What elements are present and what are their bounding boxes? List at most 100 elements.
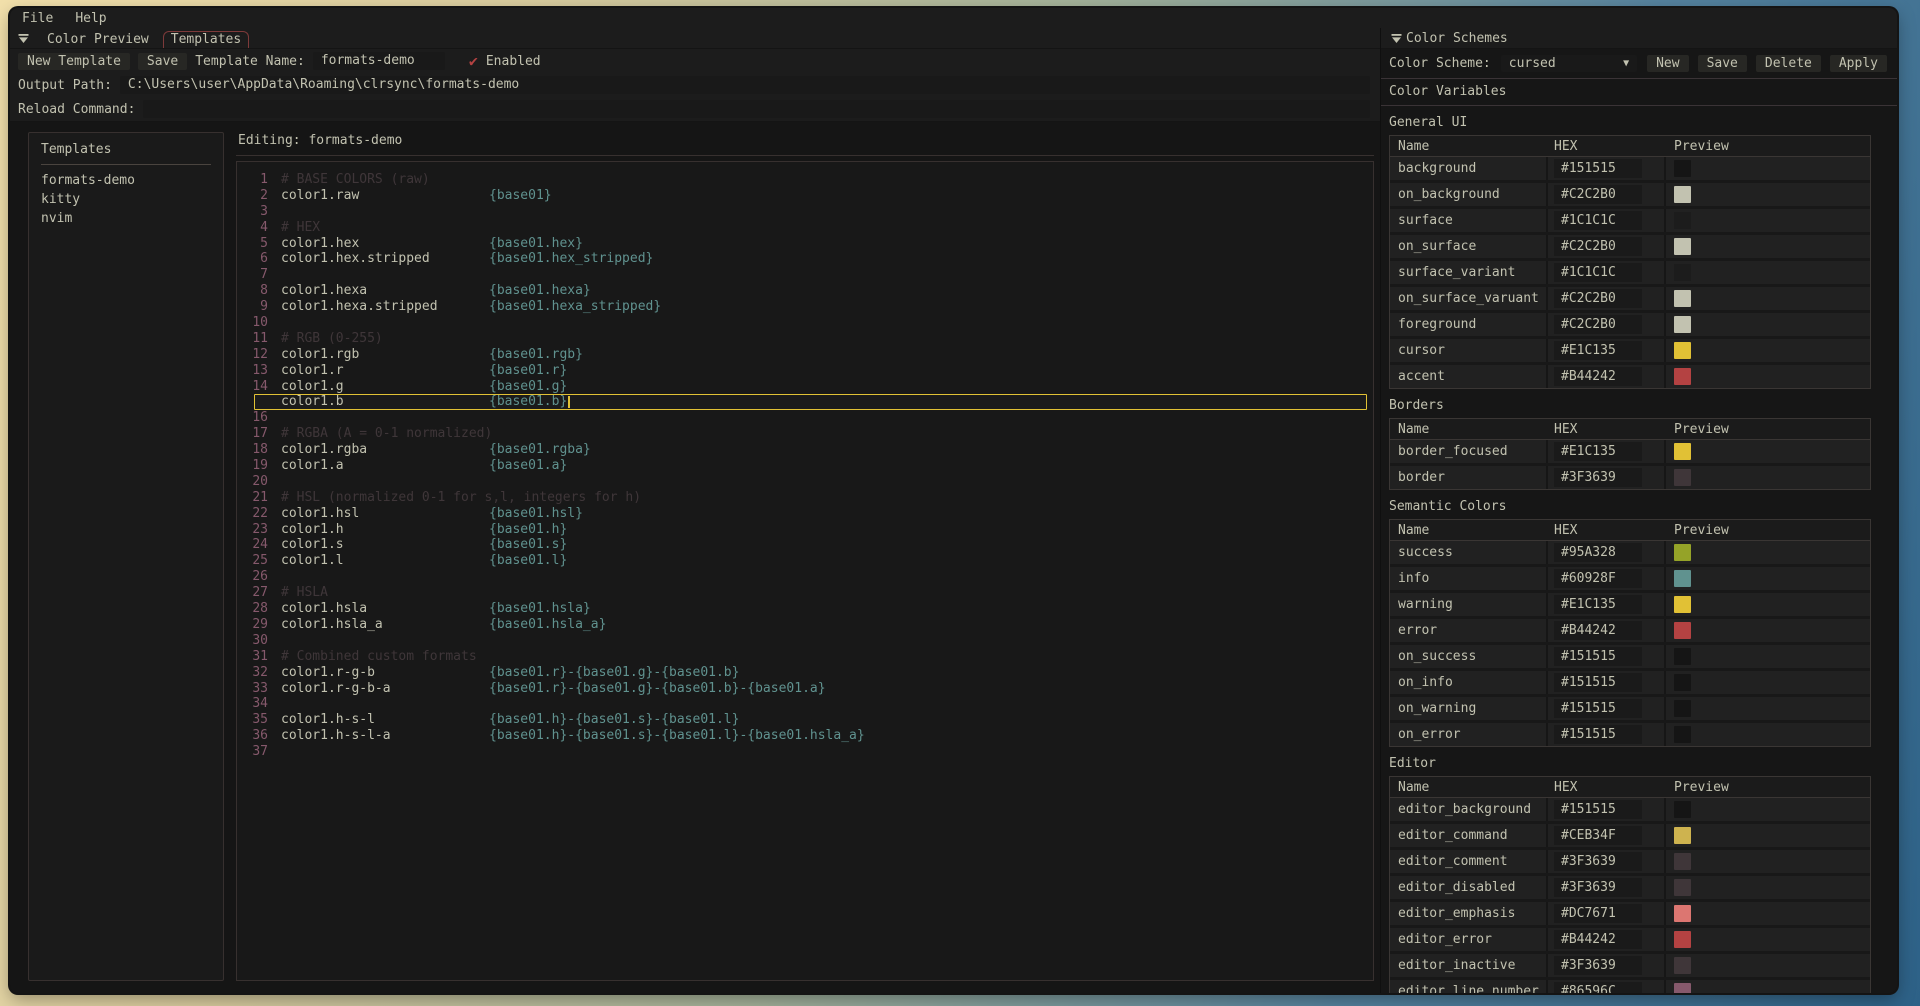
collapse-schemes-icon[interactable]: [1391, 33, 1402, 44]
code-line-24[interactable]: 24color1.s{base01.s}: [246, 537, 1369, 553]
code-line-18[interactable]: 18color1.rgba{base01.rgba}: [246, 442, 1369, 458]
color-swatch[interactable]: [1674, 212, 1691, 229]
color-swatch[interactable]: [1674, 801, 1691, 818]
tab-templates[interactable]: Templates: [163, 31, 249, 48]
template-item-nvim[interactable]: nvim: [41, 210, 211, 229]
code-line-6[interactable]: 6color1.hex.stripped{base01.hex_stripped…: [246, 251, 1369, 267]
code-line-2[interactable]: 2color1.raw{base01}: [246, 188, 1369, 204]
color-swatch[interactable]: [1674, 186, 1691, 203]
hex-value-input[interactable]: #E1C135: [1554, 442, 1642, 461]
color-swatch[interactable]: [1674, 368, 1691, 385]
color-swatch[interactable]: [1674, 622, 1691, 639]
color-swatch[interactable]: [1674, 879, 1691, 896]
color-swatch[interactable]: [1674, 238, 1691, 255]
hex-value-input[interactable]: #C2C2B0: [1554, 315, 1642, 334]
hex-value-input[interactable]: #C2C2B0: [1554, 289, 1642, 308]
scheme-apply-button[interactable]: Apply: [1830, 55, 1887, 72]
hex-value-input[interactable]: #60928F: [1554, 569, 1642, 588]
save-template-button[interactable]: Save: [138, 53, 187, 70]
menu-item-file[interactable]: File: [22, 11, 53, 26]
code-line-21[interactable]: 21# HSL (normalized 0-1 for s,l, integer…: [246, 490, 1369, 506]
color-swatch[interactable]: [1674, 700, 1691, 717]
code-line-17[interactable]: 17# RGBA (A = 0-1 normalized): [246, 426, 1369, 442]
color-swatch[interactable]: [1674, 648, 1691, 665]
color-swatch[interactable]: [1674, 443, 1691, 460]
template-item-formats-demo[interactable]: formats-demo: [41, 172, 211, 191]
hex-value-input[interactable]: #3F3639: [1554, 956, 1642, 975]
code-line-25[interactable]: 25color1.l{base01.l}: [246, 553, 1369, 569]
color-swatch[interactable]: [1674, 931, 1691, 948]
hex-value-input[interactable]: #3F3639: [1554, 468, 1642, 487]
enabled-checkbox[interactable]: ✔: [469, 54, 478, 68]
color-swatch[interactable]: [1674, 160, 1691, 177]
reload-command-input[interactable]: [143, 100, 1370, 118]
hex-value-input[interactable]: #86596C: [1554, 982, 1642, 993]
hex-value-input[interactable]: #C2C2B0: [1554, 237, 1642, 256]
code-line-1[interactable]: 1# BASE COLORS (raw): [246, 172, 1369, 188]
code-line-28[interactable]: 28color1.hsla{base01.hsla}: [246, 601, 1369, 617]
color-swatch[interactable]: [1674, 957, 1691, 974]
color-swatch[interactable]: [1674, 316, 1691, 333]
tab-color-preview[interactable]: Color Preview: [39, 31, 157, 48]
code-line-9[interactable]: 9color1.hexa.stripped{base01.hexa_stripp…: [246, 299, 1369, 315]
hex-value-input[interactable]: #1C1C1C: [1554, 211, 1642, 230]
code-line-10[interactable]: 10: [246, 315, 1369, 331]
color-swatch[interactable]: [1674, 290, 1691, 307]
hex-value-input[interactable]: #C2C2B0: [1554, 185, 1642, 204]
color-swatch[interactable]: [1674, 827, 1691, 844]
code-line-22[interactable]: 22color1.hsl{base01.hsl}: [246, 506, 1369, 522]
code-line-32[interactable]: 32color1.r-g-b{base01.r}-{base01.g}-{bas…: [246, 665, 1369, 681]
code-line-33[interactable]: 33color1.r-g-b-a{base01.r}-{base01.g}-{b…: [246, 681, 1369, 697]
code-line-36[interactable]: 36color1.h-s-l-a{base01.h}-{base01.s}-{b…: [246, 728, 1369, 744]
code-line-11[interactable]: 11# RGB (0-255): [246, 331, 1369, 347]
color-swatch[interactable]: [1674, 853, 1691, 870]
color-swatch[interactable]: [1674, 983, 1691, 993]
hex-value-input[interactable]: #E1C135: [1554, 341, 1642, 360]
code-line-13[interactable]: 13color1.r{base01.r}: [246, 363, 1369, 379]
code-line-19[interactable]: 19color1.a{base01.a}: [246, 458, 1369, 474]
hex-value-input[interactable]: #B44242: [1554, 367, 1642, 386]
code-line-35[interactable]: 35color1.h-s-l{base01.h}-{base01.s}-{bas…: [246, 712, 1369, 728]
hex-value-input[interactable]: #151515: [1554, 647, 1642, 666]
code-line-27[interactable]: 27# HSLA: [246, 585, 1369, 601]
code-line-31[interactable]: 31# Combined custom formats: [246, 649, 1369, 665]
code-line-12[interactable]: 12color1.rgb{base01.rgb}: [246, 347, 1369, 363]
color-swatch[interactable]: [1674, 674, 1691, 691]
scheme-save-button[interactable]: Save: [1698, 55, 1747, 72]
hex-value-input[interactable]: #B44242: [1554, 621, 1642, 640]
code-line-5[interactable]: 5color1.hex{base01.hex}: [246, 236, 1369, 252]
color-swatch[interactable]: [1674, 726, 1691, 743]
template-item-kitty[interactable]: kitty: [41, 191, 211, 210]
code-line-37[interactable]: 37: [246, 744, 1369, 760]
template-name-input[interactable]: formats-demo: [313, 52, 445, 70]
color-swatch[interactable]: [1674, 469, 1691, 486]
hex-value-input[interactable]: #151515: [1554, 673, 1642, 692]
hex-value-input[interactable]: #95A328: [1554, 543, 1642, 562]
hex-value-input[interactable]: #CEB34F: [1554, 826, 1642, 845]
color-swatch[interactable]: [1674, 596, 1691, 613]
output-path-input[interactable]: C:\Users\user\AppData\Roaming\clrsync\fo…: [120, 76, 1370, 94]
code-line-26[interactable]: 26: [246, 569, 1369, 585]
code-line-15[interactable]: color1.b{base01.b}: [254, 394, 1367, 410]
color-swatch[interactable]: [1674, 905, 1691, 922]
code-line-4[interactable]: 4# HEX: [246, 220, 1369, 236]
hex-value-input[interactable]: #151515: [1554, 725, 1642, 744]
code-line-7[interactable]: 7: [246, 267, 1369, 283]
hex-value-input[interactable]: #B44242: [1554, 930, 1642, 949]
color-swatch[interactable]: [1674, 264, 1691, 281]
code-line-8[interactable]: 8color1.hexa{base01.hexa}: [246, 283, 1369, 299]
hex-value-input[interactable]: #151515: [1554, 699, 1642, 718]
menu-item-help[interactable]: Help: [75, 11, 106, 26]
hex-value-input[interactable]: #E1C135: [1554, 595, 1642, 614]
color-swatch[interactable]: [1674, 544, 1691, 561]
code-line-34[interactable]: 34: [246, 696, 1369, 712]
scheme-delete-button[interactable]: Delete: [1756, 55, 1821, 72]
hex-value-input[interactable]: #3F3639: [1554, 852, 1642, 871]
code-editor[interactable]: 1# BASE COLORS (raw)2color1.raw{base01} 3…: [236, 161, 1374, 981]
code-line-20[interactable]: 20: [246, 474, 1369, 490]
hex-value-input[interactable]: #DC7671: [1554, 904, 1642, 923]
hex-value-input[interactable]: #151515: [1554, 800, 1642, 819]
scheme-dropdown[interactable]: cursed ▼: [1501, 55, 1637, 72]
code-line-30[interactable]: 30: [246, 633, 1369, 649]
code-line-16[interactable]: 16: [246, 410, 1369, 426]
